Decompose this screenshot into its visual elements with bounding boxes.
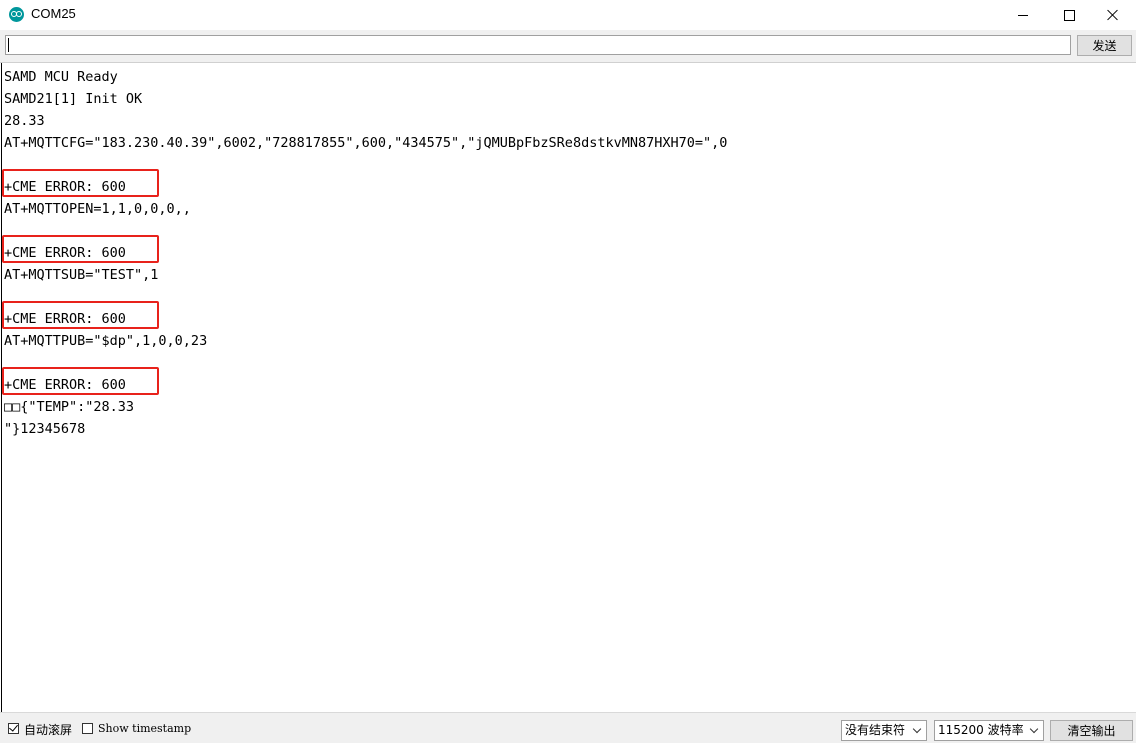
output-line: AT+MQTTPUB="$dp",1,0,0,23 [4, 333, 208, 349]
output-line: AT+MQTTCFG="183.230.40.39",6002,"7288178… [4, 135, 728, 151]
close-button[interactable] [1090, 0, 1136, 30]
output-line: SAMD MCU Ready [4, 69, 118, 85]
check-icon [9, 722, 18, 732]
chevron-down-icon [1029, 724, 1039, 734]
title-bar: COM25 [0, 0, 1136, 30]
line-ending-value: 没有结束符 [845, 723, 906, 737]
maximize-icon [1063, 9, 1075, 21]
error-highlight-box [2, 169, 159, 197]
output-line: □□{"TEMP":"28.33 [4, 399, 135, 415]
send-button[interactable]: 发送 [1077, 35, 1132, 56]
timestamp-label[interactable]: Show timestamp [98, 722, 191, 735]
arduino-logo-icon [9, 7, 24, 22]
serial-output[interactable]: SAMD MCU Ready SAMD21[1] Init OK 28.33 A… [0, 62, 1136, 712]
text-caret [8, 38, 9, 52]
close-icon [1107, 9, 1119, 21]
timestamp-checkbox[interactable] [82, 723, 93, 734]
line-ending-select[interactable]: 没有结束符 [841, 720, 927, 741]
error-highlight-box [2, 367, 159, 395]
error-highlight-box [2, 235, 159, 263]
output-line: AT+MQTTOPEN=1,1,0,0,0,, [4, 201, 191, 217]
maximize-button[interactable] [1046, 0, 1092, 30]
output-line: AT+MQTTSUB="TEST",1 [4, 267, 159, 283]
autoscroll-checkbox[interactable] [8, 722, 19, 734]
output-line: SAMD21[1] Init OK [4, 91, 143, 107]
error-highlight-box [2, 301, 159, 329]
serial-monitor-window: COM25 发送 SAMD MCU Ready SAMD21[1] Init O… [0, 0, 1136, 743]
clear-output-button[interactable]: 清空输出 [1050, 720, 1133, 741]
minimize-button[interactable] [1000, 0, 1046, 30]
baud-rate-value: 115200 波特率 [938, 723, 1024, 737]
send-row: 发送 [0, 30, 1136, 62]
chevron-down-icon [912, 724, 922, 734]
text-cursor [1, 63, 2, 712]
status-bar: 自动滚屏 Show timestamp 没有结束符 115200 波特率 清空输… [0, 712, 1136, 743]
autoscroll-label[interactable]: 自动滚屏 [24, 721, 72, 738]
baud-rate-select[interactable]: 115200 波特率 [934, 720, 1044, 741]
minimize-icon [1018, 14, 1028, 16]
send-input[interactable] [5, 35, 1071, 55]
output-line: 28.33 [4, 113, 45, 129]
output-line: "}12345678 [4, 421, 86, 437]
window-title: COM25 [31, 6, 76, 21]
